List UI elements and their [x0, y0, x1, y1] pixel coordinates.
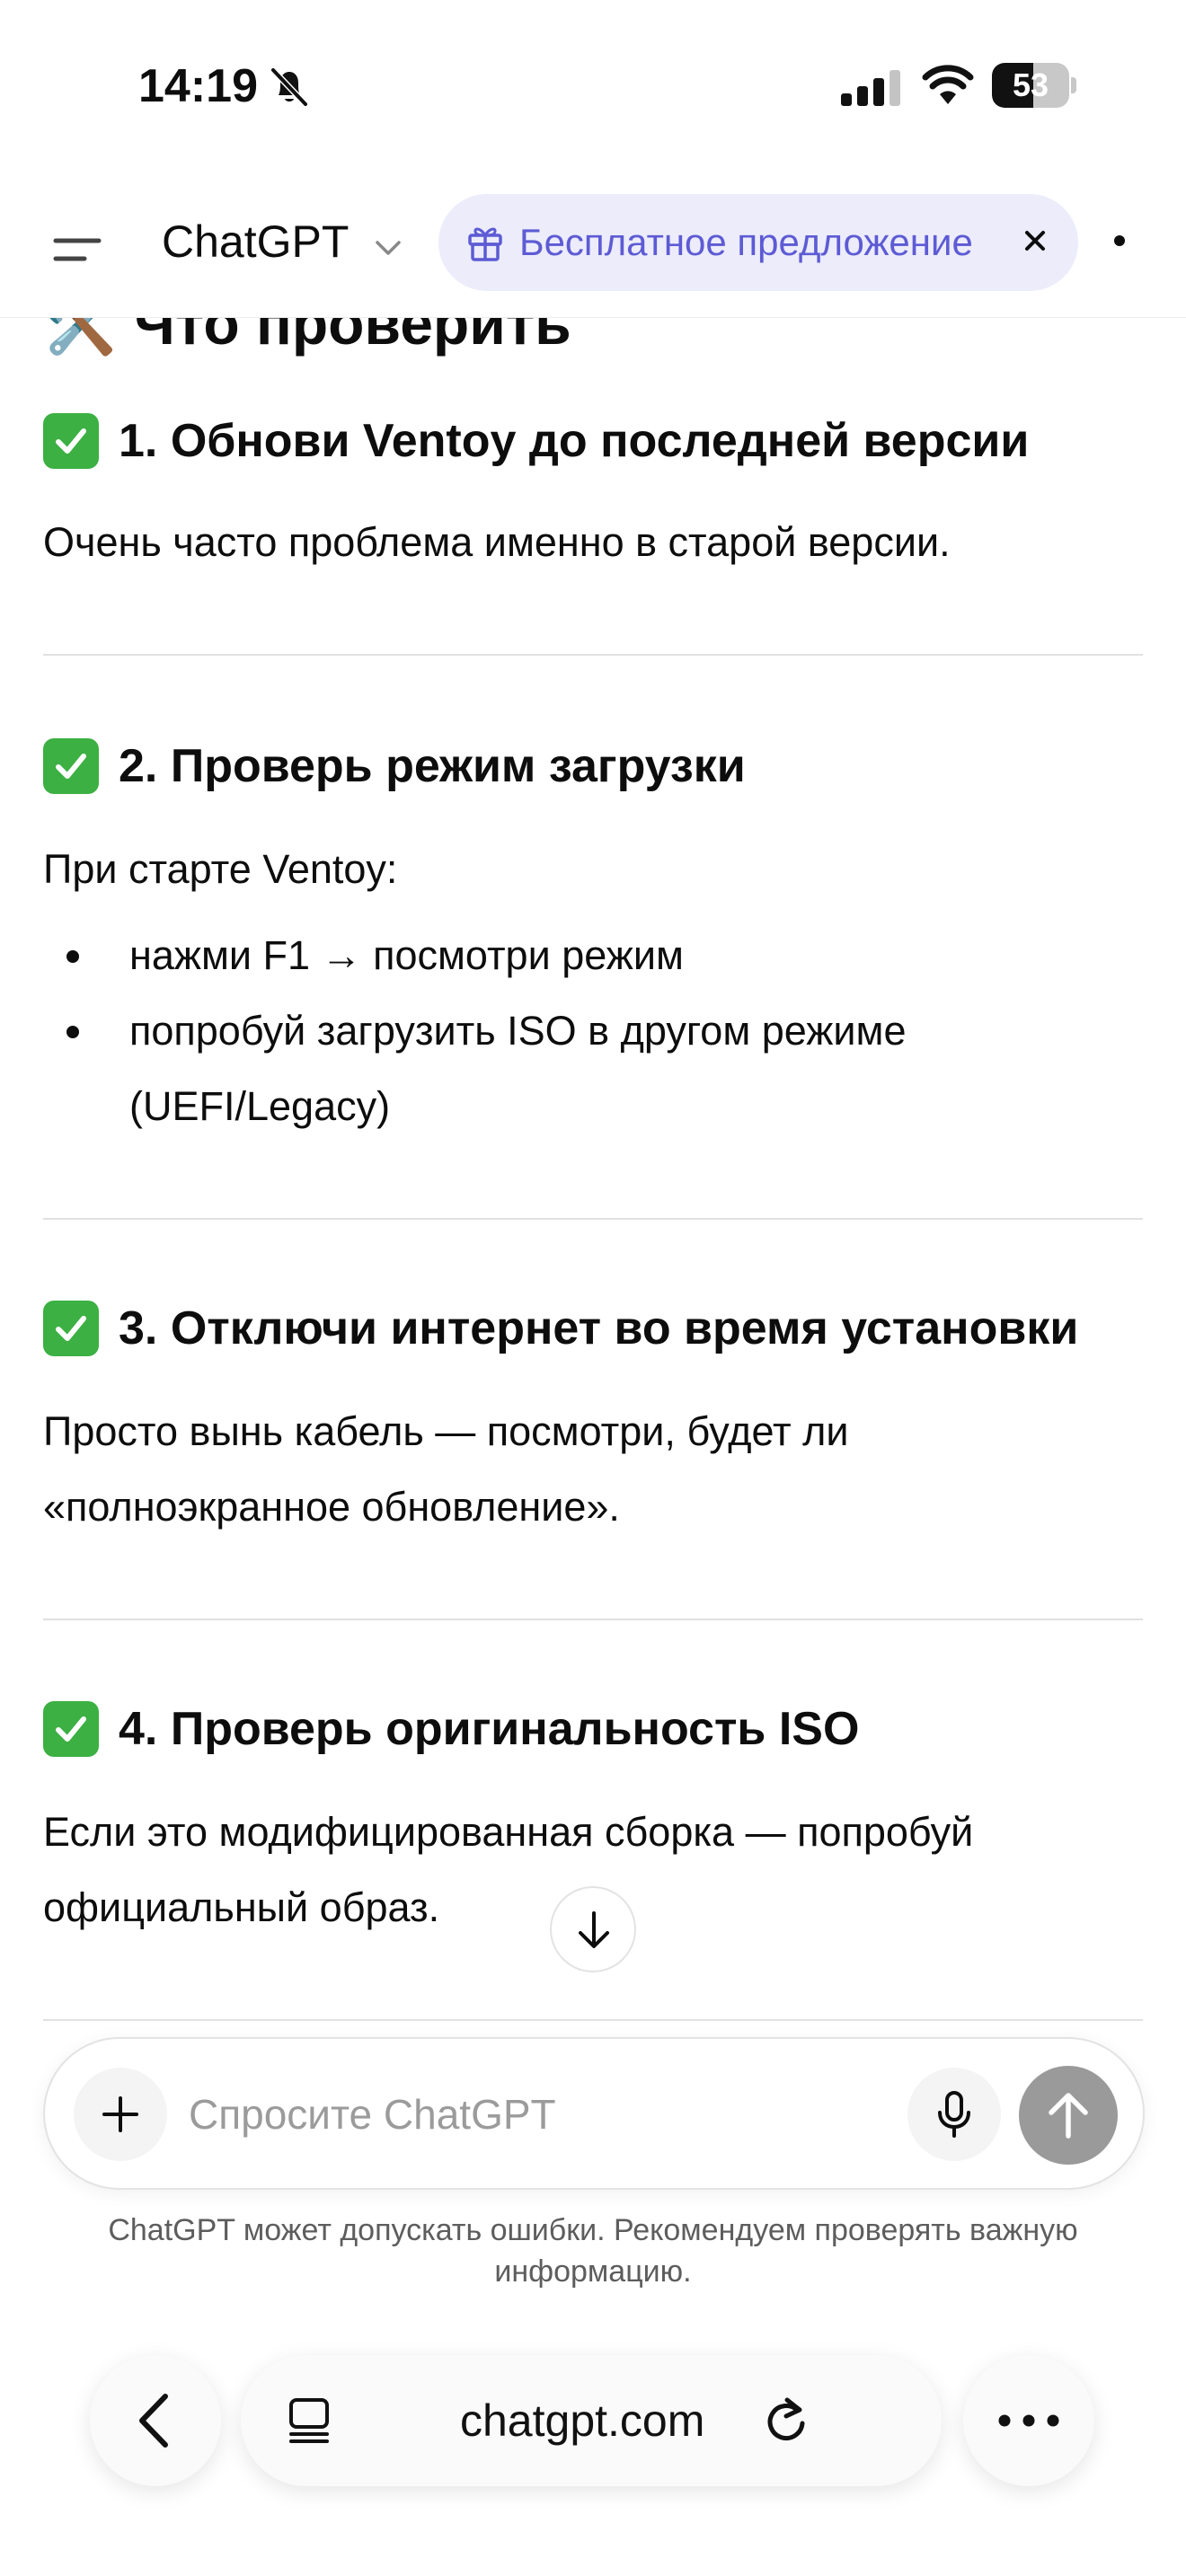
- send-button[interactable]: [1019, 2066, 1118, 2165]
- chevron-down-icon[interactable]: [372, 232, 404, 264]
- top-nav: ChatGPT Бесплатное предложение: [0, 180, 1186, 318]
- more-dot-icon[interactable]: [1114, 235, 1125, 246]
- back-chevron-icon: [139, 2394, 168, 2448]
- disclaimer-text: ChatGPT может допускать ошибки. Рекоменд…: [108, 2213, 1078, 2289]
- section-title-2: 2. Проверь режим загрузки: [43, 738, 746, 794]
- checkmark-icon: [43, 738, 99, 794]
- checkmark-icon: [43, 413, 99, 469]
- gift-icon: [468, 227, 502, 261]
- add-attachment-button[interactable]: [74, 2068, 167, 2161]
- scroll-down-button[interactable]: [550, 1886, 636, 1972]
- bullet-list: нажми F1 → посмотри режим попробуй загру…: [43, 918, 1130, 1144]
- browser-toolbar: chatgpt.com: [0, 2317, 1186, 2576]
- chat-page: 🛠️ Что проверить 1. Обнови Ventoy до пос…: [0, 0, 1186, 2576]
- scroll-down-arrow-icon: [579, 1911, 609, 1948]
- close-icon[interactable]: [1019, 225, 1051, 257]
- section-title-text: 4. Проверь оригинальность ISO: [119, 1703, 860, 1755]
- divider: [43, 2019, 1143, 2021]
- address-bar[interactable]: chatgpt.com: [241, 2355, 942, 2486]
- list-item: нажми F1 → посмотри режим: [43, 918, 1130, 993]
- model-selector-title[interactable]: ChatGPT: [162, 216, 349, 268]
- divider: [43, 1218, 1143, 1220]
- checkmark-icon: [43, 1301, 99, 1356]
- section-title-text: 2. Проверь режим загрузки: [119, 740, 746, 792]
- section-title-3: 3. Отключи интернет во время установки: [43, 1301, 1078, 1356]
- reload-icon[interactable]: [762, 2395, 810, 2447]
- section-text-2: При старте Ventoy:: [43, 846, 398, 892]
- microphone-icon: [938, 2091, 970, 2138]
- message-composer: [43, 2037, 1145, 2190]
- browser-back-button[interactable]: [90, 2355, 221, 2486]
- url-text[interactable]: chatgpt.com: [460, 2395, 704, 2447]
- section-title-text: 1. Обнови Ventoy до последней версии: [119, 415, 1030, 467]
- list-item: попробуй загрузить ISO в другом режиме (…: [43, 993, 1130, 1144]
- message-input[interactable]: [189, 2078, 907, 2150]
- bullet-dot: [66, 950, 79, 963]
- section-title-4: 4. Проверь оригинальность ISO: [43, 1701, 859, 1757]
- voice-input-button[interactable]: [907, 2068, 1001, 2161]
- checkmark-icon: [43, 1701, 99, 1757]
- plus-icon: [102, 2096, 138, 2132]
- bullet-dot: [66, 1026, 79, 1038]
- menu-icon[interactable]: [47, 223, 111, 277]
- divider: [43, 1619, 1143, 1620]
- list-item-text: нажми F1 → посмотри режим: [129, 932, 684, 978]
- free-offer-label[interactable]: Бесплатное предложение: [519, 221, 973, 264]
- divider: [43, 654, 1143, 656]
- browser-more-button[interactable]: [963, 2355, 1094, 2486]
- section-text-3: Просто вынь кабель — посмотри, будет ли …: [43, 1408, 849, 1530]
- section-title-1: 1. Обнови Ventoy до последней версии: [43, 413, 1029, 469]
- section-text-1: Очень часто проблема именно в старой вер…: [43, 519, 951, 565]
- send-arrow-icon: [1049, 2093, 1088, 2139]
- list-item-text: попробуй загрузить ISO в другом режиме (…: [129, 1008, 907, 1129]
- section-title-text: 3. Отключи интернет во время установки: [119, 1302, 1079, 1354]
- more-ellipsis-icon: [998, 2414, 1059, 2427]
- tabs-icon[interactable]: [286, 2396, 332, 2445]
